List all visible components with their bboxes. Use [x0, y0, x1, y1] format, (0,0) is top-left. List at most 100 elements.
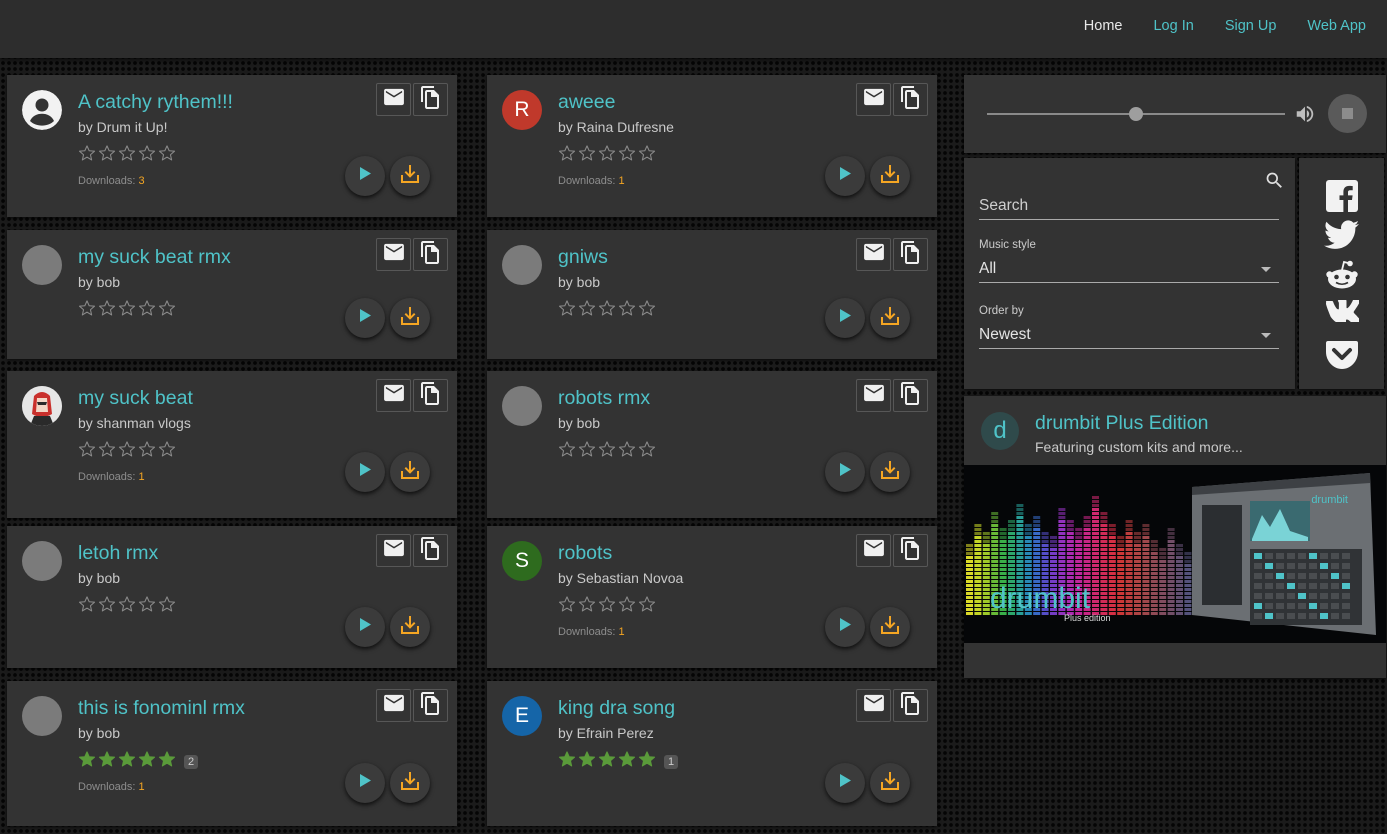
download-button[interactable] — [390, 607, 430, 647]
star-icon[interactable] — [638, 750, 658, 773]
star-rating[interactable] — [558, 144, 658, 167]
copy-link-button[interactable] — [413, 238, 448, 271]
star-icon[interactable] — [598, 144, 618, 167]
stop-button[interactable] — [1328, 94, 1367, 133]
copy-link-button[interactable] — [413, 83, 448, 116]
download-button[interactable] — [390, 452, 430, 492]
star-icon[interactable] — [138, 144, 158, 167]
song-title[interactable]: aweee — [558, 91, 615, 114]
song-author[interactable]: by Efrain Perez — [558, 725, 654, 741]
star-rating[interactable] — [78, 299, 178, 322]
song-author[interactable]: by bob — [558, 415, 600, 431]
copy-link-button[interactable] — [893, 379, 928, 412]
song-title[interactable]: my suck beat — [78, 387, 193, 410]
star-icon[interactable] — [618, 299, 638, 322]
star-icon[interactable] — [618, 750, 638, 773]
play-button[interactable] — [345, 452, 385, 492]
star-icon[interactable] — [598, 440, 618, 463]
nav-link-sign-up[interactable]: Sign Up — [1225, 18, 1277, 34]
download-button[interactable] — [870, 298, 910, 338]
play-button[interactable] — [345, 607, 385, 647]
star-icon[interactable] — [578, 144, 598, 167]
play-button[interactable] — [825, 156, 865, 196]
vk-icon[interactable] — [1325, 300, 1359, 340]
star-icon[interactable] — [638, 299, 658, 322]
song-title[interactable]: robots rmx — [558, 387, 650, 410]
song-title[interactable]: letoh rmx — [78, 542, 158, 565]
download-button[interactable] — [870, 452, 910, 492]
search-input[interactable] — [979, 192, 1279, 220]
star-icon[interactable] — [158, 144, 178, 167]
star-rating[interactable] — [558, 595, 658, 618]
star-icon[interactable] — [578, 299, 598, 322]
song-author[interactable]: by bob — [558, 274, 600, 290]
avatar[interactable] — [22, 696, 62, 736]
star-icon[interactable] — [618, 144, 638, 167]
star-icon[interactable] — [78, 750, 98, 773]
search-icon[interactable] — [1264, 170, 1285, 196]
star-icon[interactable] — [118, 299, 138, 322]
star-icon[interactable] — [138, 750, 158, 773]
download-button[interactable] — [870, 763, 910, 803]
song-author[interactable]: by Raina Dufresne — [558, 119, 674, 135]
star-icon[interactable] — [638, 595, 658, 618]
star-icon[interactable] — [118, 595, 138, 618]
star-rating[interactable] — [78, 144, 178, 167]
star-icon[interactable] — [618, 440, 638, 463]
star-icon[interactable] — [98, 750, 118, 773]
copy-link-button[interactable] — [893, 83, 928, 116]
song-title[interactable]: king dra song — [558, 697, 675, 720]
star-icon[interactable] — [98, 299, 118, 322]
star-icon[interactable] — [98, 595, 118, 618]
star-icon[interactable] — [598, 299, 618, 322]
song-title[interactable]: my suck beat rmx — [78, 246, 231, 269]
star-rating[interactable] — [78, 440, 178, 463]
star-icon[interactable] — [558, 595, 578, 618]
song-title[interactable]: robots — [558, 542, 612, 565]
reddit-icon[interactable] — [1325, 260, 1359, 300]
avatar[interactable]: R — [502, 90, 542, 130]
facebook-icon[interactable] — [1325, 180, 1358, 220]
copy-link-button[interactable] — [413, 689, 448, 722]
star-icon[interactable] — [138, 595, 158, 618]
star-icon[interactable] — [78, 440, 98, 463]
nav-link-web-app[interactable]: Web App — [1307, 18, 1366, 34]
star-rating[interactable]: 2 — [78, 750, 199, 773]
email-share-button[interactable] — [376, 689, 411, 722]
star-rating[interactable] — [558, 440, 658, 463]
star-icon[interactable] — [78, 299, 98, 322]
star-icon[interactable] — [118, 440, 138, 463]
star-icon[interactable] — [638, 440, 658, 463]
email-share-button[interactable] — [856, 379, 891, 412]
star-icon[interactable] — [78, 595, 98, 618]
star-icon[interactable] — [118, 750, 138, 773]
avatar[interactable] — [22, 541, 62, 581]
nav-link-log-in[interactable]: Log In — [1153, 18, 1193, 34]
avatar[interactable] — [502, 245, 542, 285]
star-icon[interactable] — [638, 144, 658, 167]
star-icon[interactable] — [158, 440, 178, 463]
avatar[interactable] — [22, 90, 62, 130]
download-button[interactable] — [390, 156, 430, 196]
play-button[interactable] — [345, 298, 385, 338]
order-by-select[interactable]: Newest — [979, 321, 1279, 349]
nav-link-home[interactable]: Home — [1084, 18, 1123, 34]
volume-slider-thumb[interactable] — [1129, 107, 1143, 121]
copy-link-button[interactable] — [893, 238, 928, 271]
avatar[interactable]: E — [502, 696, 542, 736]
twitter-icon[interactable] — [1324, 220, 1359, 260]
song-author[interactable]: by Drum it Up! — [78, 119, 167, 135]
avatar[interactable] — [502, 386, 542, 426]
star-icon[interactable] — [158, 299, 178, 322]
star-icon[interactable] — [158, 595, 178, 618]
star-icon[interactable] — [598, 595, 618, 618]
drumbit-logo[interactable]: d — [981, 412, 1019, 450]
song-author[interactable]: by bob — [78, 274, 120, 290]
star-icon[interactable] — [558, 144, 578, 167]
play-button[interactable] — [345, 156, 385, 196]
star-icon[interactable] — [578, 750, 598, 773]
play-button[interactable] — [825, 607, 865, 647]
copy-link-button[interactable] — [413, 379, 448, 412]
star-icon[interactable] — [138, 299, 158, 322]
download-button[interactable] — [390, 763, 430, 803]
